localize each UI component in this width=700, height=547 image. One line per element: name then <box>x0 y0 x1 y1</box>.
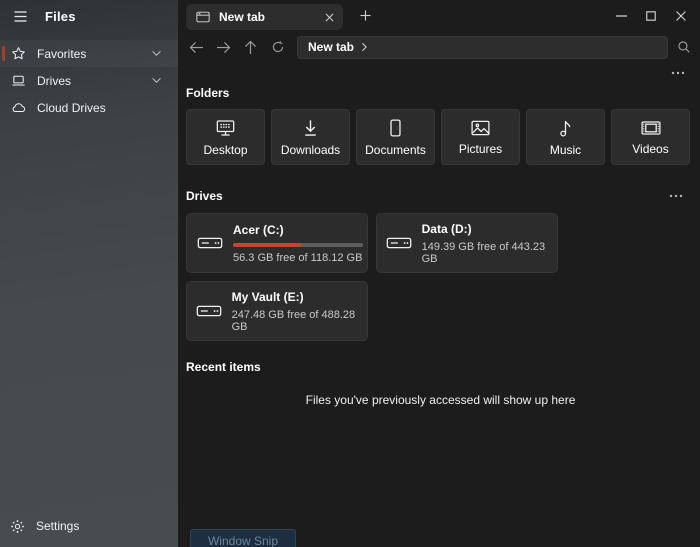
download-arrow-icon <box>301 118 320 138</box>
hard-drive-icon <box>196 304 223 318</box>
film-icon <box>640 119 662 137</box>
document-icon <box>387 118 404 138</box>
drive-free-space: 56.3 GB free of 118.12 GB <box>233 251 363 264</box>
folder-tile-label: Videos <box>632 141 669 156</box>
sidebar-nav: Favorites Drives Cloud Drives <box>0 40 178 121</box>
window-snip-button[interactable]: Window Snip <box>190 529 296 547</box>
drive-usage-fill <box>233 242 301 247</box>
drives-more-options-icon[interactable] <box>664 188 688 204</box>
tab-title: New tab <box>219 10 266 24</box>
close-button[interactable] <box>666 1 696 31</box>
sidebar-item-settings[interactable]: Settings <box>0 511 178 541</box>
star-icon <box>10 46 26 61</box>
settings-label: Settings <box>36 519 80 533</box>
chevron-down-icon[interactable] <box>151 50 162 57</box>
forward-button[interactable] <box>210 34 237 60</box>
refresh-button[interactable] <box>264 34 291 60</box>
search-icon[interactable] <box>668 34 700 60</box>
drive-name: Acer (C:) <box>233 222 284 237</box>
drive-free-space: 247.48 GB free of 488.28 GB <box>231 308 356 333</box>
laptop-icon <box>10 73 26 88</box>
new-tab-button[interactable] <box>353 4 377 28</box>
folder-tile-music[interactable]: Music <box>526 109 605 165</box>
drive-free-space: 149.39 GB free of 443.23 GB <box>421 240 546 265</box>
folder-tile-desktop[interactable]: Desktop <box>186 109 265 165</box>
drive-card-d[interactable]: Data (D:) 149.39 GB free of 443.23 GB <box>376 213 558 273</box>
picture-icon <box>470 119 491 137</box>
music-note-icon <box>558 118 573 138</box>
tab-new-tab[interactable]: New tab <box>186 4 343 30</box>
sidebar-header: Files <box>0 0 178 32</box>
folder-tile-label: Desktop <box>203 142 248 157</box>
hard-drive-icon <box>386 236 413 250</box>
sidebar-item-cloud-drives[interactable]: Cloud Drives <box>0 94 178 121</box>
sidebar: Files Favorites Drives Cloud Drives Sett… <box>0 0 178 547</box>
minimize-button[interactable] <box>606 1 636 31</box>
drive-card-c[interactable]: Acer (C:) 56.3 GB free of 118.12 GB <box>186 213 368 273</box>
folders-section: Folders Desktop Downloads Documents Pict… <box>186 86 695 165</box>
back-button[interactable] <box>183 34 210 60</box>
sidebar-item-label: Favorites <box>37 46 87 61</box>
files-app-window: Files Favorites Drives Cloud Drives Sett… <box>0 0 700 547</box>
recent-items-section: Recent items Files you've previously acc… <box>186 360 695 407</box>
drive-card-e[interactable]: My Vault (E:) 247.48 GB free of 488.28 G… <box>186 281 368 341</box>
drive-name: My Vault (E:) <box>231 289 304 304</box>
monitor-icon <box>215 118 236 138</box>
drive-usage-bar <box>233 242 363 247</box>
hamburger-menu-icon[interactable] <box>9 5 31 27</box>
chevron-down-icon[interactable] <box>151 77 162 84</box>
folder-tile-pictures[interactable]: Pictures <box>441 109 520 165</box>
up-button[interactable] <box>237 34 264 60</box>
folder-tiles: Desktop Downloads Documents Pictures Mus… <box>186 109 695 165</box>
home-content: Folders Desktop Downloads Documents Pict… <box>178 83 700 407</box>
sidebar-item-favorites[interactable]: Favorites <box>0 40 178 67</box>
toolbar-overflow-row <box>178 63 700 83</box>
tab-bar: New tab <box>178 0 700 31</box>
maximize-button[interactable] <box>636 1 666 31</box>
sidebar-item-drives[interactable]: Drives <box>0 67 178 94</box>
folder-tile-downloads[interactable]: Downloads <box>271 109 350 165</box>
gear-icon <box>10 519 25 534</box>
hard-drive-icon <box>196 236 224 250</box>
app-title: Files <box>45 8 76 24</box>
breadcrumb[interactable]: New tab <box>308 40 354 54</box>
sidebar-item-label: Cloud Drives <box>37 100 106 115</box>
navigation-bar: New tab <box>178 31 700 63</box>
address-breadcrumb-bar[interactable]: New tab <box>297 35 668 59</box>
sidebar-item-label: Drives <box>37 73 72 88</box>
folder-tile-label: Documents <box>365 142 426 157</box>
drive-name: Data (D:) <box>421 221 472 236</box>
drives-heading: Drives <box>186 189 223 203</box>
more-options-icon[interactable] <box>666 65 690 81</box>
recent-items-empty-text: Files you've previously accessed will sh… <box>305 393 576 407</box>
tab-page-icon <box>196 11 210 23</box>
drives-section: Drives Acer (C:) 56.3 GB free of 118.12 … <box>186 188 695 341</box>
cloud-icon <box>10 100 26 115</box>
folders-heading: Folders <box>186 86 230 100</box>
tab-close-icon[interactable] <box>320 8 338 26</box>
main-panel: New tab New tab Folders Desktop Download… <box>178 0 700 547</box>
folder-tile-videos[interactable]: Videos <box>611 109 690 165</box>
folder-tile-label: Music <box>549 142 582 157</box>
chevron-right-icon[interactable] <box>361 42 368 52</box>
folder-tile-label: Pictures <box>458 141 503 156</box>
drive-cards: Acer (C:) 56.3 GB free of 118.12 GB Data… <box>186 213 695 341</box>
folder-tile-label: Downloads <box>280 142 341 157</box>
recent-items-heading: Recent items <box>186 360 261 374</box>
folder-tile-documents[interactable]: Documents <box>356 109 435 165</box>
